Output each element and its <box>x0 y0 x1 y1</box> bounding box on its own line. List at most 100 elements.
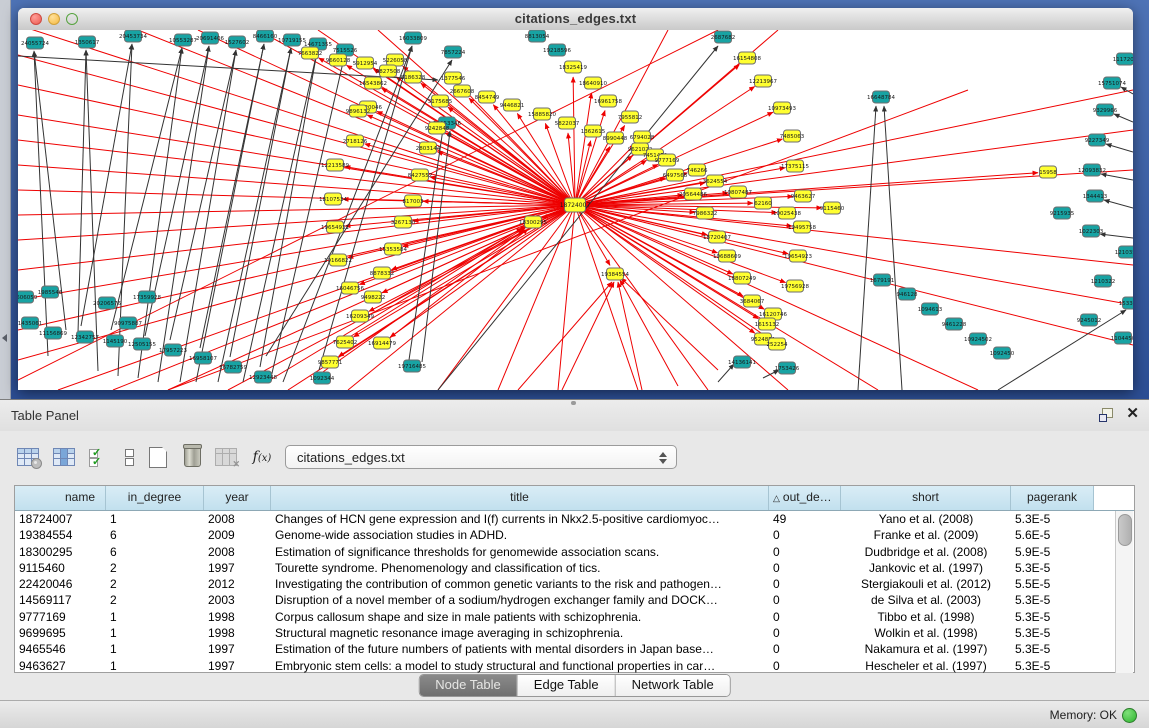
delete-column-icon[interactable] <box>178 443 206 471</box>
network-node[interactable]: 7485063 <box>780 130 805 142</box>
network-node[interactable]: 19756928 <box>781 280 809 292</box>
table-row[interactable]: 946554611997Estimation of the future num… <box>15 641 1134 657</box>
table-cell[interactable]: Yano et al. (2008) <box>841 511 1011 527</box>
table-cell[interactable]: 1 <box>106 625 204 641</box>
table-cell[interactable]: 6 <box>106 544 204 560</box>
table-cell[interactable]: 0 <box>769 544 841 560</box>
tab-node-table[interactable]: Node Table <box>419 675 518 696</box>
table-cell[interactable]: 19384554 <box>15 527 106 543</box>
network-node[interactable]: 1753426 <box>775 362 800 374</box>
table-cell[interactable]: 1998 <box>204 609 271 625</box>
network-node[interactable]: 12923448 <box>249 371 277 383</box>
table-cell[interactable]: 5.5E-5 <box>1011 576 1094 592</box>
column-header-name[interactable]: name <box>15 486 106 510</box>
float-panel-icon[interactable] <box>1099 408 1113 421</box>
network-node[interactable]: 90975887 <box>114 317 142 329</box>
create-column-icon[interactable] <box>144 443 172 471</box>
table-cell[interactable]: 1998 <box>204 625 271 641</box>
network-node[interactable]: 8813054 <box>525 30 550 42</box>
table-row[interactable]: 1872400712008Changes of HCN gene express… <box>15 511 1134 527</box>
memory-ok-indicator[interactable] <box>1122 708 1137 723</box>
table-row[interactable]: 1830029562008Estimation of significance … <box>15 544 1134 560</box>
table-cell[interactable]: 1 <box>106 641 204 657</box>
table-cell[interactable]: de Silva et al. (2003) <box>841 592 1011 608</box>
network-node[interactable]: 1210322 <box>1091 275 1116 287</box>
collapse-arrow-icon[interactable] <box>2 334 7 342</box>
network-node[interactable]: 746266 <box>687 164 708 176</box>
table-cell[interactable]: Corpus callosum shape and size in male p… <box>271 609 769 625</box>
network-node[interactable]: 9463627 <box>791 190 816 202</box>
network-node[interactable]: 10025438 <box>773 207 801 219</box>
network-node[interactable]: 3684067 <box>740 295 765 307</box>
table-cell[interactable]: Disruption of a novel member of a sodium… <box>271 592 769 608</box>
table-cell[interactable]: Tibbo et al. (1998) <box>841 609 1011 625</box>
table-cell[interactable]: 5.3E-5 <box>1011 641 1094 657</box>
table-row[interactable]: 2242004622012Investigating the contribut… <box>15 576 1134 592</box>
network-node[interactable]: 15885820 <box>528 108 556 120</box>
table-cell[interactable]: Structural magnetic resonance image aver… <box>271 625 769 641</box>
network-node[interactable]: 8878332 <box>370 267 395 279</box>
network-node[interactable]: 2803144 <box>416 142 441 154</box>
network-node[interactable]: 19495758 <box>788 221 816 233</box>
table-cell[interactable]: 2012 <box>204 576 271 592</box>
network-node[interactable]: 5226058 <box>383 54 408 66</box>
network-node[interactable]: 1210352 <box>1115 246 1133 258</box>
network-node[interactable]: 16958107 <box>189 352 217 364</box>
table-cell[interactable]: 5.3E-5 <box>1011 609 1094 625</box>
network-node[interactable]: 1679191 <box>870 274 895 286</box>
network-node[interactable]: 16154808 <box>733 52 761 64</box>
table-cell[interactable]: Genome-wide association studies in ADHD. <box>271 527 769 543</box>
table-row[interactable]: 946362711997Embryonic stem cells: a mode… <box>15 658 1134 674</box>
table-cell[interactable]: 1 <box>106 658 204 674</box>
network-node[interactable]: 1435061 <box>18 317 42 329</box>
network-node[interactable]: 7625402 <box>333 336 358 348</box>
network-node[interactable]: 11156869 <box>39 327 67 339</box>
table-cell[interactable]: 5.3E-5 <box>1011 560 1094 576</box>
table-cell[interactable]: 0 <box>769 576 841 592</box>
table-row[interactable]: 1456911722003Disruption of a novel membe… <box>15 592 1134 608</box>
table-cell[interactable]: Dudbridge et al. (2008) <box>841 544 1011 560</box>
network-node[interactable]: 12213967 <box>749 75 777 87</box>
table-cell[interactable]: 9699695 <box>15 625 106 641</box>
close-panel-icon[interactable]: ✕ <box>1126 405 1139 423</box>
column-visibility-icon[interactable] <box>50 443 78 471</box>
network-node[interactable]: 946128 <box>897 288 918 300</box>
table-row[interactable]: 977716911998Corpus callosum shape and si… <box>15 609 1134 625</box>
network-node[interactable]: 8427552 <box>408 169 433 181</box>
splitter-grip[interactable] <box>571 401 576 405</box>
table-cell[interactable]: 0 <box>769 641 841 657</box>
network-node[interactable]: 1377546 <box>441 72 466 84</box>
select-columns-icon[interactable]: ✓ ✓ <box>84 443 112 471</box>
table-cell[interactable]: 2 <box>106 560 204 576</box>
network-node[interactable]: 1985546 <box>38 286 63 298</box>
network-node[interactable]: 6794028 <box>630 131 655 143</box>
table-cell[interactable]: 5.6E-5 <box>1011 527 1094 543</box>
network-node[interactable]: 18720407 <box>703 231 731 243</box>
function-builder-icon[interactable]: f(x) <box>248 443 276 471</box>
network-window-titlebar[interactable]: citations_edges.txt <box>18 8 1133 31</box>
network-node[interactable]: 16648784 <box>867 91 895 103</box>
tab-edge-table[interactable]: Edge Table <box>518 675 616 696</box>
table-cell[interactable]: 1 <box>106 609 204 625</box>
table-cell[interactable]: Tourette syndrome. Phenomenology and cla… <box>271 560 769 576</box>
network-node[interactable]: 18107534 <box>319 193 347 205</box>
network-node[interactable]: 9498222 <box>361 291 386 303</box>
table-cell[interactable]: 0 <box>769 609 841 625</box>
table-vertical-scrollbar[interactable] <box>1115 511 1133 673</box>
control-panel-gutter[interactable] <box>0 0 11 399</box>
table-cell[interactable]: 5.3E-5 <box>1011 592 1094 608</box>
table-cell[interactable]: 9777169 <box>15 609 106 625</box>
table-cell[interactable]: 18300295 <box>15 544 106 560</box>
network-node[interactable]: 1117204 <box>1113 53 1133 65</box>
table-options-icon[interactable] <box>14 443 42 471</box>
network-node[interactable]: 16961758 <box>594 95 622 107</box>
table-cell[interactable]: 0 <box>769 592 841 608</box>
table-cell[interactable]: 2003 <box>204 592 271 608</box>
network-node[interactable]: 1104450 <box>1111 332 1133 344</box>
network-node[interactable]: 16209349 <box>346 310 374 322</box>
column-header-title[interactable]: title <box>271 486 769 510</box>
table-panel-titlebar[interactable]: Table Panel ✕ <box>0 400 1149 431</box>
network-node[interactable]: 16033809 <box>399 32 427 44</box>
network-node[interactable]: 18325419 <box>559 61 587 73</box>
column-header-short[interactable]: short <box>841 486 1011 510</box>
